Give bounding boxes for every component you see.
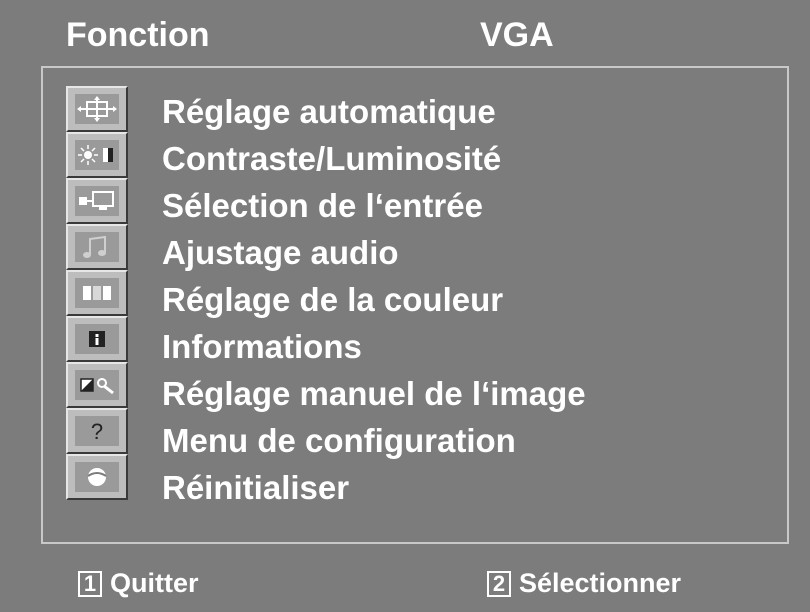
menu-item-auto-adjust[interactable]: Réglage automatique (162, 88, 586, 135)
key-1-badge: 1 (78, 570, 102, 597)
function-title: Fonction (66, 16, 210, 54)
input-select-icon[interactable] (66, 178, 128, 224)
menu-item-information[interactable]: Informations (162, 323, 586, 370)
auto-adjust-icon[interactable] (66, 86, 128, 132)
color-icon[interactable] (66, 270, 128, 316)
brightness-contrast-icon[interactable] (66, 132, 128, 178)
menu-item-input-select[interactable]: Sélection de l‘entrée (162, 182, 586, 229)
svg-text:?: ? (91, 419, 103, 444)
menu-item-audio[interactable]: Ajustage audio (162, 229, 586, 276)
reset-icon[interactable] (66, 454, 128, 500)
osd-footer: 1 Quitter 2 Sélectionner (0, 561, 810, 601)
audio-icon[interactable] (66, 224, 128, 270)
icon-column: ? (66, 86, 128, 500)
info-icon[interactable] (66, 316, 128, 362)
menu-item-manual-image[interactable]: Réglage manuel de l‘image (162, 370, 586, 417)
setup-help-icon[interactable]: ? (66, 408, 128, 454)
menu-item-setup-menu[interactable]: Menu de configuration (162, 417, 586, 464)
exit-label: Quitter (110, 568, 199, 599)
menu-item-reset[interactable]: Réinitialiser (162, 464, 586, 511)
select-hint[interactable]: 2 Sélectionner (487, 567, 681, 599)
osd-header: Fonction VGA (0, 14, 810, 62)
manual-image-icon[interactable] (66, 362, 128, 408)
select-label: Sélectionner (519, 568, 682, 599)
key-2-badge: 2 (487, 570, 511, 597)
menu-item-contrast-brightness[interactable]: Contraste/Luminosité (162, 135, 586, 182)
exit-hint[interactable]: 1 Quitter (78, 567, 199, 599)
input-source-label: VGA (480, 16, 554, 54)
menu-item-color[interactable]: Réglage de la couleur (162, 276, 586, 323)
menu-list: Réglage automatique Contraste/Luminosité… (162, 88, 586, 511)
